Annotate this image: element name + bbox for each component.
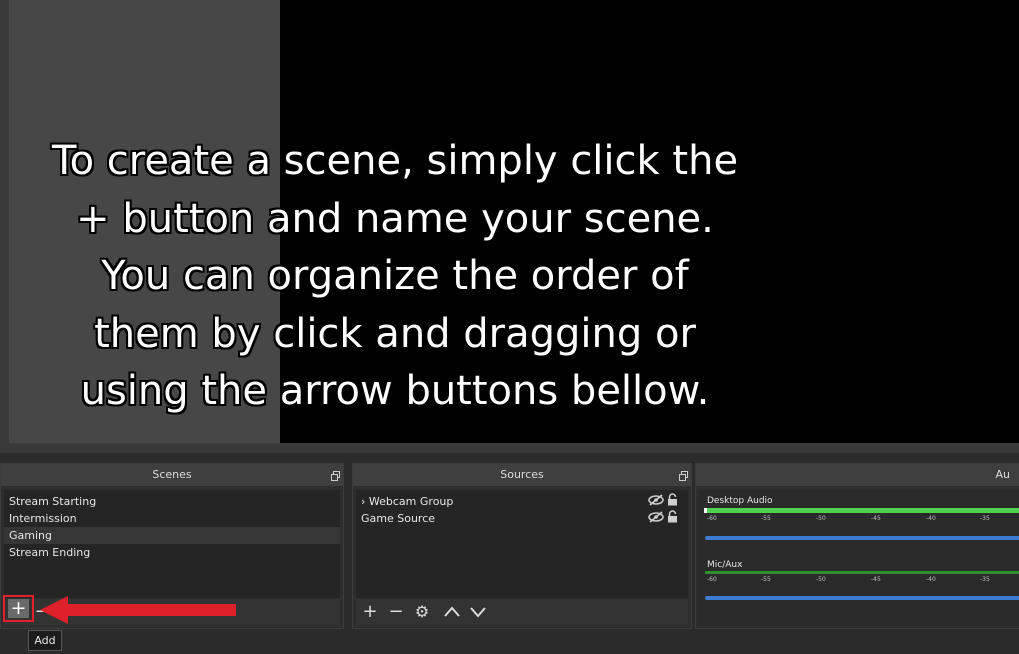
audio-mixer-dock-title: Au [696,464,1019,486]
lock-icon[interactable] [667,510,678,523]
source-properties-gear-icon[interactable]: ⚙ [412,602,432,622]
scene-item-stream-starting[interactable]: Stream Starting [4,493,340,510]
instruction-overlay-text: To create a scene, simply click the + bu… [51,138,739,414]
tick-label: -45 [871,515,881,522]
audio-mixer-body: Desktop Audio -60 -55 -50 -45 -40 -35 Mi… [699,490,1019,625]
scene-item-intermission[interactable]: Intermission [4,510,340,527]
desktop-audio-peak-marker [704,508,707,513]
sources-list[interactable]: › Webcam Group Game Source [356,490,688,598]
remove-source-button[interactable]: − [386,602,406,622]
tick-label: -40 [926,576,936,583]
audio-mixer-dock: Au Desktop Audio -60 -55 -50 -45 -40 -35… [695,463,1019,629]
add-tooltip: Add [28,630,62,651]
tick-label: -35 [980,576,990,583]
audio-mixer-title-text: Au [995,468,1011,481]
add-source-button[interactable]: + [360,602,380,622]
tick-label: -50 [816,515,826,522]
add-scene-button[interactable]: + [8,599,29,618]
desktop-audio-ticks: -60 -55 -50 -45 -40 -35 [707,515,1019,524]
mic-aux-volume-slider[interactable] [705,596,1019,600]
tick-label: -40 [926,515,936,522]
scenes-dock-title: Scenes [1,464,343,486]
move-up-chevron-icon[interactable] [442,602,462,622]
sources-dock: Sources › Webcam Group Game Source + − ⚙ [352,463,692,629]
source-visibility-lock-icons [648,493,678,507]
mic-aux-meter [705,571,1019,574]
source-item-webcam-group[interactable]: › Webcam Group [356,493,688,510]
tick-label: -55 [761,576,771,583]
scene-item-gaming[interactable]: Gaming [4,527,340,544]
source-item-game-source[interactable]: Game Source [356,510,688,527]
source-visibility-lock-icons [648,510,678,524]
tick-label: -60 [707,576,717,583]
scene-item-stream-ending[interactable]: Stream Ending [4,544,340,561]
tick-label: -60 [707,515,717,522]
lock-icon[interactable] [667,493,678,506]
mixer-channel-label-mic-aux: Mic/Aux [707,560,743,570]
scenes-list[interactable]: Stream Starting Intermission Gaming Stre… [4,490,340,598]
eye-hidden-icon[interactable] [648,511,664,523]
float-dock-icon[interactable] [679,471,688,481]
source-item-label: Webcam Group [368,495,454,508]
eye-hidden-icon[interactable] [648,494,664,506]
sources-dock-title: Sources [353,464,691,486]
float-dock-icon[interactable] [331,471,340,481]
tick-label: -50 [816,576,826,583]
mixer-channel-label-desktop-audio: Desktop Audio [707,496,773,506]
red-arrow-annotation [40,596,236,624]
desktop-audio-volume-slider[interactable] [705,536,1019,540]
tick-label: -45 [871,576,881,583]
chevron-right-icon[interactable]: › [361,495,365,508]
move-down-chevron-icon[interactable] [468,602,488,622]
tick-label: -55 [761,515,771,522]
mic-aux-ticks: -60 -55 -50 -45 -40 -35 [707,576,1019,585]
sources-toolbar: + − ⚙ [356,599,688,625]
tick-label: -35 [980,515,990,522]
desktop-audio-meter [705,508,1019,513]
